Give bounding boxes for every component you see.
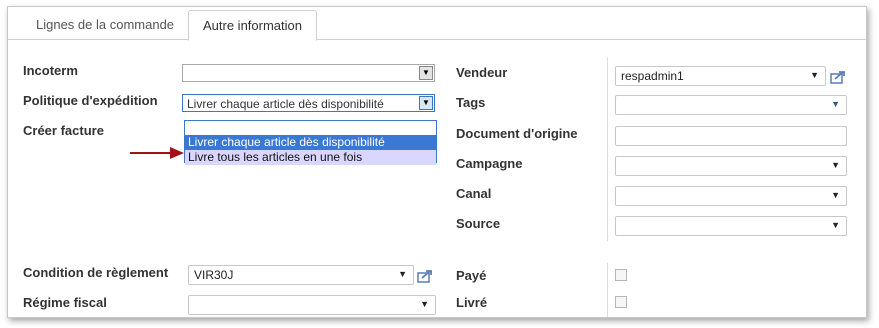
payment-term-select[interactable]: VIR30J ▼ — [188, 265, 414, 285]
dropdown-option-deliver-all[interactable]: Livre tous les articles en une fois — [185, 150, 436, 165]
dropdown-option-empty[interactable] — [185, 121, 436, 136]
create-invoice-label: Créer facture — [23, 123, 104, 138]
dropdown-arrow-icon[interactable]: ▼ — [420, 299, 429, 309]
tab-order-lines[interactable]: Lignes de la commande — [22, 10, 188, 39]
channel-select[interactable]: ▼ — [615, 186, 847, 206]
external-link-icon[interactable] — [417, 269, 433, 283]
pointer-arrow-icon — [130, 147, 184, 159]
tab-other-information[interactable]: Autre information — [188, 10, 317, 41]
sale-order-form: Lignes de la commande Autre information … — [7, 6, 867, 318]
shipping-policy-value: Livrer chaque article dès disponibilité — [187, 97, 384, 111]
delivered-checkbox[interactable] — [615, 296, 627, 308]
shipping-policy-select[interactable]: Livrer chaque article dès disponibilité … — [182, 94, 435, 112]
salesman-select[interactable]: respadmin1 ▼ — [615, 66, 826, 86]
salesman-value: respadmin1 — [621, 69, 684, 83]
origin-document-input[interactable] — [615, 126, 847, 146]
dropdown-arrow-icon[interactable]: ▼ — [398, 269, 407, 279]
source-select[interactable]: ▼ — [615, 216, 847, 236]
notebook-tabs: Lignes de la commande Autre information — [8, 7, 866, 41]
dropdown-arrow-icon[interactable]: ▼ — [419, 66, 433, 80]
paid-checkbox[interactable] — [615, 269, 627, 281]
incoterm-label: Incoterm — [23, 63, 78, 78]
payment-term-label: Condition de règlement — [23, 265, 169, 280]
dropdown-arrow-icon[interactable]: ▼ — [831, 160, 840, 170]
channel-label: Canal — [456, 186, 492, 201]
fiscal-position-select[interactable]: ▼ — [188, 295, 436, 315]
column-separator — [607, 263, 608, 317]
dropdown-arrow-icon[interactable]: ▼ — [831, 190, 840, 200]
incoterm-select[interactable]: ▼ — [182, 64, 435, 82]
campaign-label: Campagne — [456, 156, 523, 171]
dropdown-arrow-icon[interactable]: ▼ — [810, 70, 819, 80]
fiscal-position-label: Régime fiscal — [23, 295, 107, 310]
salesman-label: Vendeur — [456, 65, 508, 80]
dropdown-arrow-icon[interactable]: ▼ — [419, 96, 433, 110]
payment-term-value: VIR30J — [194, 268, 234, 282]
campaign-select[interactable]: ▼ — [615, 156, 847, 176]
dropdown-arrow-icon[interactable]: ▼ — [831, 99, 840, 109]
paid-label: Payé — [456, 268, 487, 283]
dropdown-option-deliver-each[interactable]: Livrer chaque article dès disponibilité — [185, 135, 436, 150]
external-link-icon[interactable] — [830, 70, 846, 84]
column-separator — [607, 57, 608, 241]
origin-document-label: Document d'origine — [456, 126, 578, 141]
shipping-policy-dropdown-list: Livrer chaque article dès disponibilité … — [184, 120, 437, 165]
delivered-label: Livré — [456, 295, 488, 310]
source-label: Source — [456, 216, 501, 231]
shipping-policy-label: Politique d'expédition — [23, 93, 158, 108]
tags-select[interactable]: ▼ — [615, 95, 847, 115]
tags-label: Tags — [456, 95, 486, 110]
dropdown-arrow-icon[interactable]: ▼ — [831, 220, 840, 230]
